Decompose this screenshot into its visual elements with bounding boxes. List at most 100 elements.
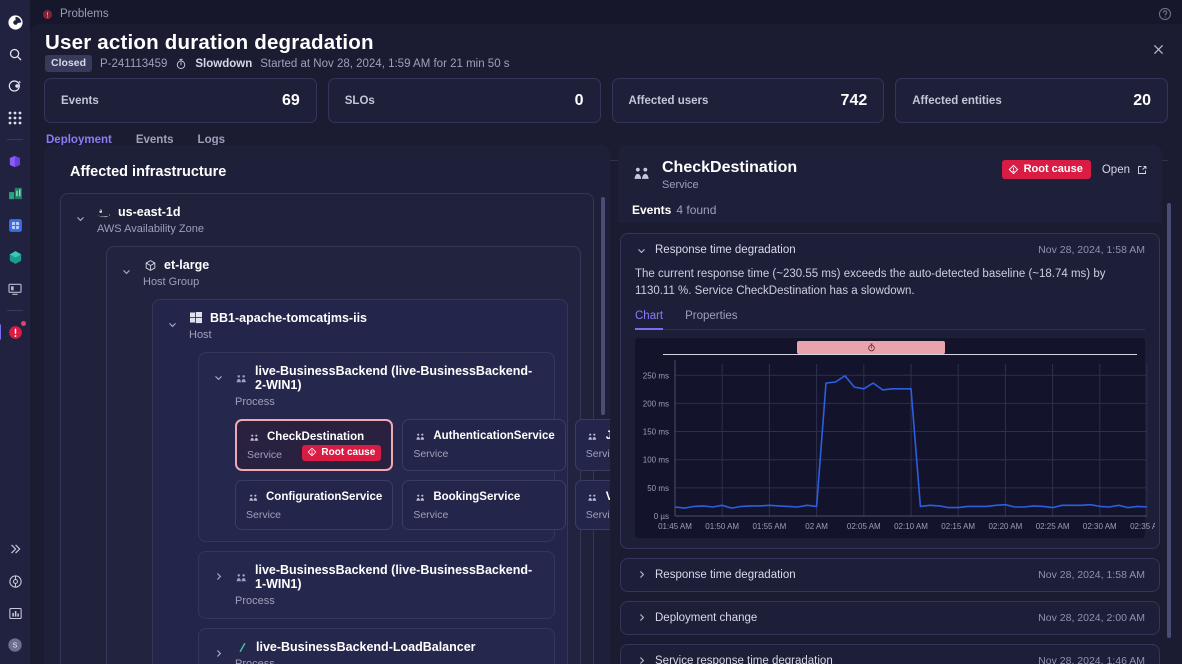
- problem-id: P-241113459: [100, 57, 168, 70]
- host-group-icon: [143, 258, 157, 272]
- svg-text:100 ms: 100 ms: [643, 455, 669, 464]
- entity-detail-scroll: CheckDestination Service Root cause Open…: [618, 145, 1174, 664]
- svg-text:02:15 AM: 02:15 AM: [941, 522, 975, 531]
- entity-detail-scrollbar-thumb[interactable]: [1167, 203, 1171, 638]
- root-cause-icon: [1008, 164, 1019, 175]
- davis-ai-icon[interactable]: [4, 75, 26, 97]
- response-time-chart[interactable]: 0 µs 50 ms 100 ms 150 ms 200 ms 250 ms 01:45 A…: [635, 337, 1155, 538]
- kpi-value: 0: [574, 91, 584, 109]
- problems-app-icon[interactable]: [0, 321, 26, 343]
- service-card-configurationservice[interactable]: ConfigurationService Service: [235, 480, 394, 530]
- chevron-down-icon[interactable]: [213, 372, 223, 382]
- root-cause-pill[interactable]: Root cause: [1001, 160, 1091, 179]
- service-card-journeyservice[interactable]: JourneyService Service: [574, 419, 610, 471]
- service-card-authenticationservice[interactable]: AuthenticationService Service: [402, 419, 566, 471]
- analytics-icon[interactable]: [4, 602, 26, 624]
- service-icon: [247, 430, 261, 444]
- event-card-collapsed[interactable]: Response time degradation Nov 28, 2024, …: [620, 557, 1160, 592]
- status-badge: Closed: [45, 55, 93, 72]
- chevron-down-icon[interactable]: [167, 319, 177, 329]
- tree-node-host-1[interactable]: BB1-apache-tomcatjms-iis Host live-Busin…: [152, 299, 610, 664]
- tree-node-type: Process: [235, 595, 275, 607]
- active-indicator: [0, 324, 1, 340]
- open-entity-button[interactable]: Open: [1102, 164, 1148, 176]
- started-at-text: Started at Nov 28, 2024, 1:59 AM for 21 …: [260, 57, 510, 70]
- chevron-down-icon[interactable]: [635, 246, 647, 255]
- entity-detail-panel: CheckDestination Service Root cause Open…: [618, 145, 1174, 664]
- event-date: Nov 28, 2024, 1:46 AM: [1038, 654, 1145, 664]
- events-count-line: Events 4 found: [632, 203, 1148, 217]
- problem-detail-panel: User action duration degradation Closed …: [30, 24, 1182, 664]
- apps-grid-icon[interactable]: [4, 107, 26, 129]
- entity-actions: Root cause Open: [1001, 160, 1148, 179]
- tree-node-process-2[interactable]: live-BusinessBackend (live-BusinessBacke…: [198, 551, 555, 619]
- hosts-app-icon[interactable]: [4, 278, 26, 300]
- notebooks-app-icon[interactable]: [4, 214, 26, 236]
- tree-node-process-1[interactable]: live-BusinessBackend (live-BusinessBacke…: [198, 352, 610, 542]
- service-card-verificationservice[interactable]: VerificationService Service: [574, 480, 610, 530]
- events-label: Events: [632, 203, 672, 217]
- tree-node-host-group[interactable]: et-large Host Group BB1-apache-tomcatjms…: [106, 246, 610, 664]
- service-type: Service: [247, 449, 283, 461]
- tree-node-loadbalancer[interactable]: live-BusinessBackend-LoadBalancer Proces…: [198, 628, 555, 664]
- tree-node-availability-zone[interactable]: us-east-1d AWS Availability Zone et-larg…: [60, 193, 610, 664]
- kpi-label: SLOs: [344, 94, 375, 107]
- event-title: Response time degradation: [655, 568, 796, 581]
- service-grid: CheckDestination Service Root cause Auth…: [235, 419, 610, 530]
- kpi-value: 742: [840, 91, 868, 109]
- event-tab-chart[interactable]: Chart: [635, 310, 675, 330]
- page-title: User action duration degradation: [45, 31, 374, 54]
- content-area: Affected infrastructure us-east-1d AWS A…: [44, 145, 1174, 664]
- chevron-down-icon[interactable]: [121, 266, 131, 276]
- rail-divider-2: [7, 310, 23, 311]
- event-title: Deployment change: [655, 611, 758, 624]
- tree-node-type: Process: [235, 658, 275, 664]
- chevron-down-icon[interactable]: [75, 213, 85, 223]
- tree-node-type: Host: [189, 329, 212, 341]
- chevron-right-icon[interactable]: [635, 570, 647, 579]
- account-avatar[interactable]: S: [4, 634, 26, 656]
- event-card-collapsed[interactable]: Service response time degradation Nov 28…: [620, 643, 1160, 664]
- service-icon: [246, 490, 260, 504]
- svg-text:01:55 AM: 01:55 AM: [752, 522, 786, 531]
- service-icon: [632, 163, 652, 183]
- service-name: ConfigurationService: [266, 491, 383, 503]
- event-tabs: Chart Properties: [635, 310, 1145, 330]
- event-tab-properties[interactable]: Properties: [685, 310, 749, 329]
- event-date: Nov 28, 2024, 2:00 AM: [1038, 611, 1145, 624]
- kpi-card-events[interactable]: Events 69: [44, 78, 317, 123]
- dashboards-app-icon[interactable]: [4, 182, 26, 204]
- svg-text:50 ms: 50 ms: [647, 483, 669, 492]
- chevron-right-icon[interactable]: [635, 613, 647, 622]
- chevron-right-icon[interactable]: [213, 571, 223, 581]
- kpi-label: Events: [61, 94, 99, 107]
- help-icon[interactable]: [1158, 7, 1172, 21]
- services-app-icon[interactable]: [4, 246, 26, 268]
- search-icon[interactable]: [4, 43, 26, 65]
- kpi-card-affected-entities[interactable]: Affected entities 20: [895, 78, 1168, 123]
- service-card-bookingservice[interactable]: BookingService Service: [402, 480, 566, 530]
- tree-node-type: AWS Availability Zone: [97, 223, 204, 235]
- infrastructure-tree: us-east-1d AWS Availability Zone et-larg…: [44, 193, 610, 664]
- event-header[interactable]: Response time degradation Nov 28, 2024, …: [621, 234, 1159, 266]
- kpi-card-slos[interactable]: SLOs 0: [327, 78, 601, 123]
- chevrons-right-icon[interactable]: [4, 538, 26, 560]
- tree-node-label: BB1-apache-tomcatjms-iis: [210, 311, 367, 325]
- service-card-checkdestination[interactable]: CheckDestination Service Root cause: [235, 419, 394, 471]
- chevron-right-icon[interactable]: [213, 648, 223, 658]
- service-type: Service: [585, 448, 610, 460]
- kpi-card-affected-users[interactable]: Affected users 742: [611, 78, 885, 123]
- events-found: 4 found: [676, 203, 717, 217]
- dynatrace-logo-icon[interactable]: [4, 11, 26, 33]
- infrastructure-scrollbar-thumb[interactable]: [601, 197, 605, 415]
- kubernetes-app-icon[interactable]: [4, 150, 26, 172]
- chevron-right-icon[interactable]: [635, 656, 647, 664]
- svg-text:S: S: [13, 641, 18, 650]
- tree-node-label: et-large: [164, 258, 210, 272]
- settings-icon[interactable]: [4, 570, 26, 592]
- svg-text:02:20 AM: 02:20 AM: [988, 522, 1022, 531]
- service-name: JourneyService: [605, 430, 610, 442]
- close-icon[interactable]: [1148, 39, 1168, 59]
- event-card-collapsed[interactable]: Deployment change Nov 28, 2024, 2:00 AM: [620, 600, 1160, 635]
- service-name: VerificationService: [605, 491, 610, 503]
